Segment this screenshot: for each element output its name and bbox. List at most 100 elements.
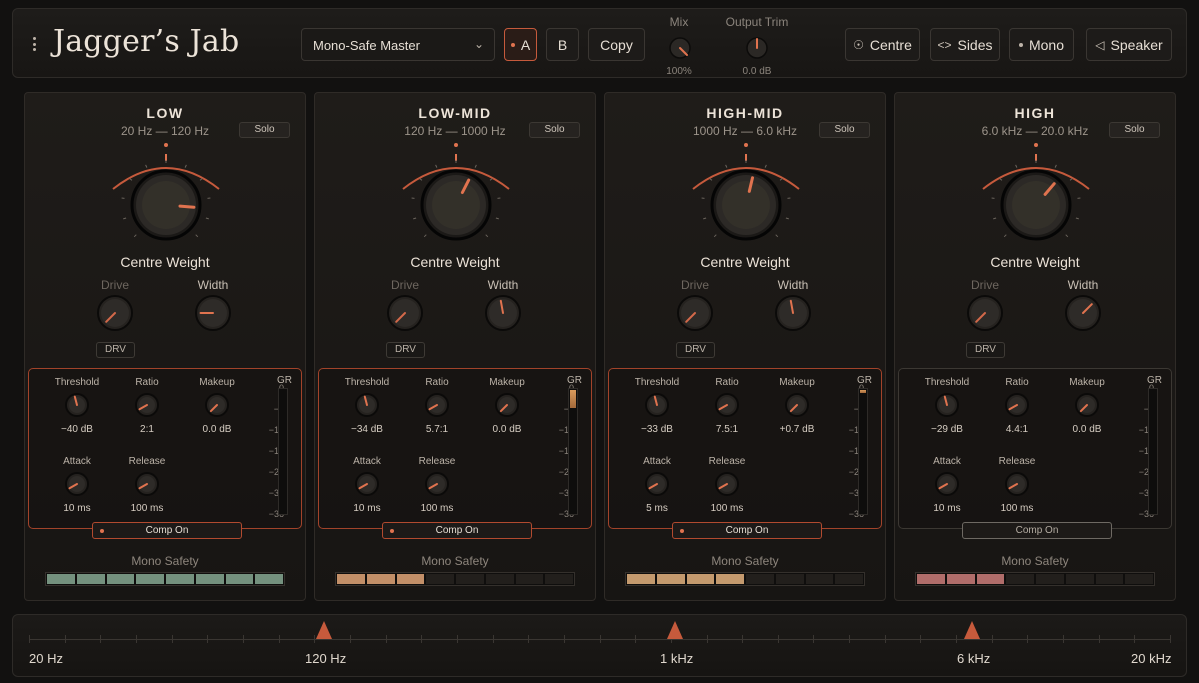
target-icon: ☉ — [853, 37, 864, 52]
width-knob[interactable] — [773, 293, 813, 333]
crossover-handle-1[interactable] — [316, 621, 332, 639]
mix-knob[interactable] — [667, 35, 693, 61]
crossover-tick — [599, 635, 601, 643]
crossover-tick — [991, 635, 993, 643]
crossover-label-20hz: 20 Hz — [29, 651, 63, 666]
width-knob[interactable] — [1063, 293, 1103, 333]
solo-button[interactable]: Solo — [239, 122, 290, 138]
drv-button[interactable]: DRV — [386, 342, 425, 358]
comp-on-label: Comp On — [725, 525, 769, 536]
drive-knob[interactable] — [675, 293, 715, 333]
header-bar: Jagger’s Jab Mono-Safe Master ⌄ A B Copy… — [12, 8, 1187, 78]
attack-value: 10 ms — [933, 503, 961, 514]
ab-a-button[interactable]: A — [504, 28, 537, 61]
drv-button[interactable]: DRV — [96, 342, 135, 358]
makeup-knob[interactable] — [1073, 391, 1101, 419]
release-knob[interactable] — [423, 470, 451, 498]
comp-on-toggle[interactable]: Comp On — [382, 522, 532, 539]
attack-knob[interactable] — [643, 470, 671, 498]
drive-label: Drive — [390, 278, 419, 292]
solo-button[interactable]: Solo — [529, 122, 580, 138]
comp-on-toggle[interactable]: Comp On — [92, 522, 242, 539]
output-trim-label: Output Trim — [725, 15, 789, 29]
ratio-knob[interactable] — [423, 391, 451, 419]
chevron-down-icon: ⌄ — [473, 37, 484, 51]
ratio-knob[interactable] — [133, 391, 161, 419]
monitor-centre-button[interactable]: ☉ Centre — [845, 28, 920, 61]
attack-knob[interactable] — [933, 470, 961, 498]
menu-icon[interactable] — [33, 37, 36, 51]
app-title: Jagger’s Jab — [53, 24, 240, 59]
width-label: Width — [197, 278, 229, 292]
crossover-handle-2[interactable] — [667, 621, 683, 639]
mix-value: 100% — [666, 66, 692, 77]
drv-button[interactable]: DRV — [966, 342, 1005, 358]
release-knob[interactable] — [1003, 470, 1031, 498]
centre-weight-knob[interactable] — [395, 139, 517, 249]
drive-knob[interactable] — [385, 293, 425, 333]
release-knob[interactable] — [713, 470, 741, 498]
monitor-sides-label: Sides — [957, 36, 993, 53]
crossover-label-120hz: 120 Hz — [305, 651, 347, 666]
drv-button[interactable]: DRV — [676, 342, 715, 358]
makeup-knob[interactable] — [493, 391, 521, 419]
crossover-tick — [920, 635, 922, 643]
monitor-sides-button[interactable]: <> Sides — [930, 28, 1000, 61]
crossover-tick — [1063, 635, 1064, 643]
crossover-handle-3[interactable] — [964, 621, 980, 639]
centre-weight-knob[interactable] — [105, 139, 227, 249]
centre-weight-knob[interactable] — [975, 139, 1097, 249]
solo-button[interactable]: Solo — [819, 122, 870, 138]
drive-knob[interactable] — [965, 293, 1005, 333]
crossover-tick — [64, 635, 66, 643]
solo-button[interactable]: Solo — [1109, 122, 1160, 138]
monitor-speaker-button[interactable]: ◁ Speaker — [1086, 28, 1172, 61]
mix-label: Mix — [669, 15, 689, 29]
threshold-knob[interactable] — [63, 391, 91, 419]
ratio-value: 4.4:1 — [1005, 424, 1029, 435]
mono-safety-segment — [805, 574, 834, 584]
makeup-label: Makeup — [199, 377, 235, 388]
comp-on-toggle[interactable]: Comp On — [672, 522, 822, 539]
comp-on-toggle[interactable]: Comp On — [962, 522, 1112, 539]
crossover-tick — [956, 635, 958, 643]
makeup-knob[interactable] — [203, 391, 231, 419]
gain-reduction-meter — [568, 388, 578, 515]
ab-b-button[interactable]: B — [546, 28, 579, 61]
makeup-knob[interactable] — [783, 391, 811, 419]
mono-dot-icon — [1018, 42, 1023, 47]
comp-on-label: Comp On — [1015, 525, 1059, 536]
threshold-label: Threshold — [344, 377, 390, 388]
release-value: 100 ms — [130, 503, 164, 514]
monitor-mono-button[interactable]: Mono — [1009, 28, 1074, 61]
mono-safety-segment — [366, 574, 395, 584]
mono-safety-segment — [1006, 574, 1034, 584]
crossover-tick — [492, 635, 494, 643]
crossover-label-6khz: 6 kHz — [957, 651, 991, 666]
mono-safety-segment — [1036, 574, 1064, 584]
band-panel-low: LOW 20 Hz — 120 Hz Solo Centre Weight Dr… — [24, 92, 306, 601]
attack-value: 10 ms — [63, 503, 91, 514]
output-trim-knob[interactable] — [744, 35, 770, 61]
compressor-section: Threshold −29 dB Ratio 4.4:1 Makeup 0.0 … — [898, 368, 1172, 539]
threshold-knob[interactable] — [353, 391, 381, 419]
threshold-knob[interactable] — [643, 391, 671, 419]
width-knob[interactable] — [483, 293, 523, 333]
ratio-knob[interactable] — [1003, 391, 1031, 419]
crossover-tick — [278, 635, 280, 643]
centre-weight-knob[interactable] — [685, 139, 807, 249]
crossover-tick — [171, 635, 173, 643]
attack-knob[interactable] — [353, 470, 381, 498]
threshold-knob[interactable] — [933, 391, 961, 419]
mono-safety-segment — [917, 574, 945, 584]
drive-knob[interactable] — [95, 293, 135, 333]
mono-safety-segment — [656, 574, 685, 584]
width-knob[interactable] — [193, 293, 233, 333]
release-knob[interactable] — [133, 470, 161, 498]
preset-dropdown[interactable]: Mono-Safe Master ⌄ — [301, 28, 495, 61]
mono-safety-segment — [47, 574, 75, 584]
release-label: Release — [418, 456, 456, 467]
attack-knob[interactable] — [63, 470, 91, 498]
copy-button[interactable]: Copy — [588, 28, 645, 61]
ratio-knob[interactable] — [713, 391, 741, 419]
